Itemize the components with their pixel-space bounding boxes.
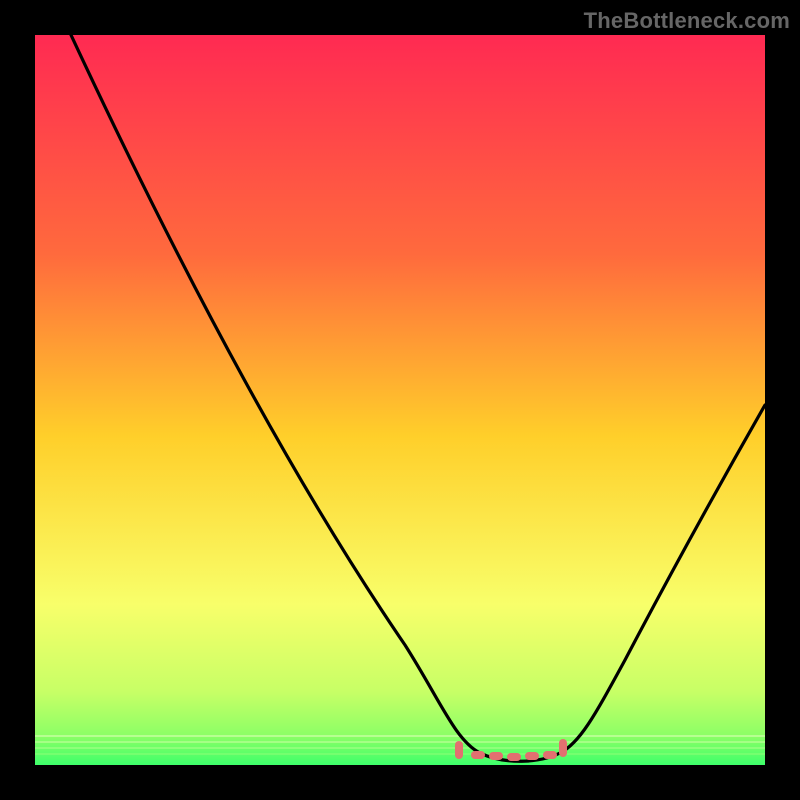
chart-frame: TheBottleneck.com: [0, 0, 800, 800]
plot-area: [35, 35, 765, 765]
gradient-background: [35, 35, 765, 765]
bottleneck-chart-svg: [35, 35, 765, 765]
watermark-label: TheBottleneck.com: [584, 8, 790, 34]
